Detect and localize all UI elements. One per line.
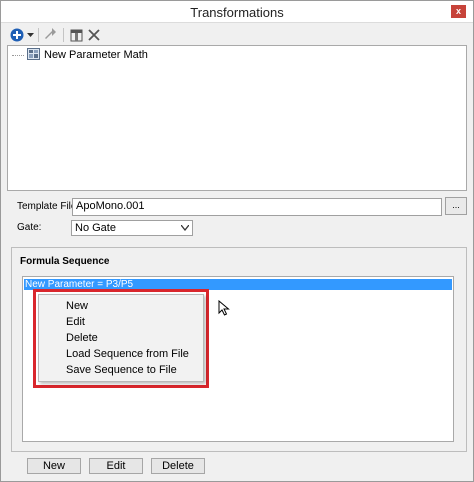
browse-button[interactable]: ... [445,197,467,215]
gate-select[interactable]: No Gate [71,220,193,236]
template-file-input[interactable]: ApoMono.001 [72,198,442,216]
menu-item-save-sequence[interactable]: Save Sequence to File [39,362,203,378]
menu-item-delete[interactable]: Delete [39,330,203,346]
tree-item[interactable]: New Parameter Math [12,47,148,63]
template-file-label: Template File: [17,201,80,212]
transformation-tree[interactable]: New Parameter Math [7,45,467,191]
toolbar-separator [38,28,39,42]
close-button[interactable]: x [451,5,466,18]
new-button[interactable]: New [27,458,81,474]
move-icon[interactable] [43,27,59,43]
menu-item-edit[interactable]: Edit [39,314,203,330]
context-menu: New Edit Delete Load Sequence from File … [38,294,204,382]
chevron-down-icon [180,221,190,235]
gate-value: No Gate [75,222,116,234]
title-bar: Transformations x [1,1,473,23]
tree-connector [12,54,24,56]
add-icon[interactable] [9,27,25,43]
window-title: Transformations [190,5,284,20]
tree-item-label: New Parameter Math [44,49,148,61]
parameter-math-icon [27,47,40,63]
template-icon[interactable] [69,27,83,43]
dropdown-arrow-icon[interactable] [26,27,34,43]
menu-item-load-sequence[interactable]: Load Sequence from File [39,346,203,362]
edit-button[interactable]: Edit [89,458,143,474]
menu-item-new[interactable]: New [39,298,203,314]
gate-label: Gate: [17,222,42,233]
delete-button[interactable]: Delete [151,458,205,474]
transformations-window: Transformations x New Parameter Math Tem… [0,0,474,482]
delete-icon[interactable] [87,27,101,43]
toolbar [7,25,467,45]
toolbar-separator [63,28,64,42]
formula-sequence-title: Formula Sequence [20,256,110,267]
template-file-row: Template File: ApoMono.001 [17,198,467,216]
mouse-pointer-icon [218,299,230,316]
